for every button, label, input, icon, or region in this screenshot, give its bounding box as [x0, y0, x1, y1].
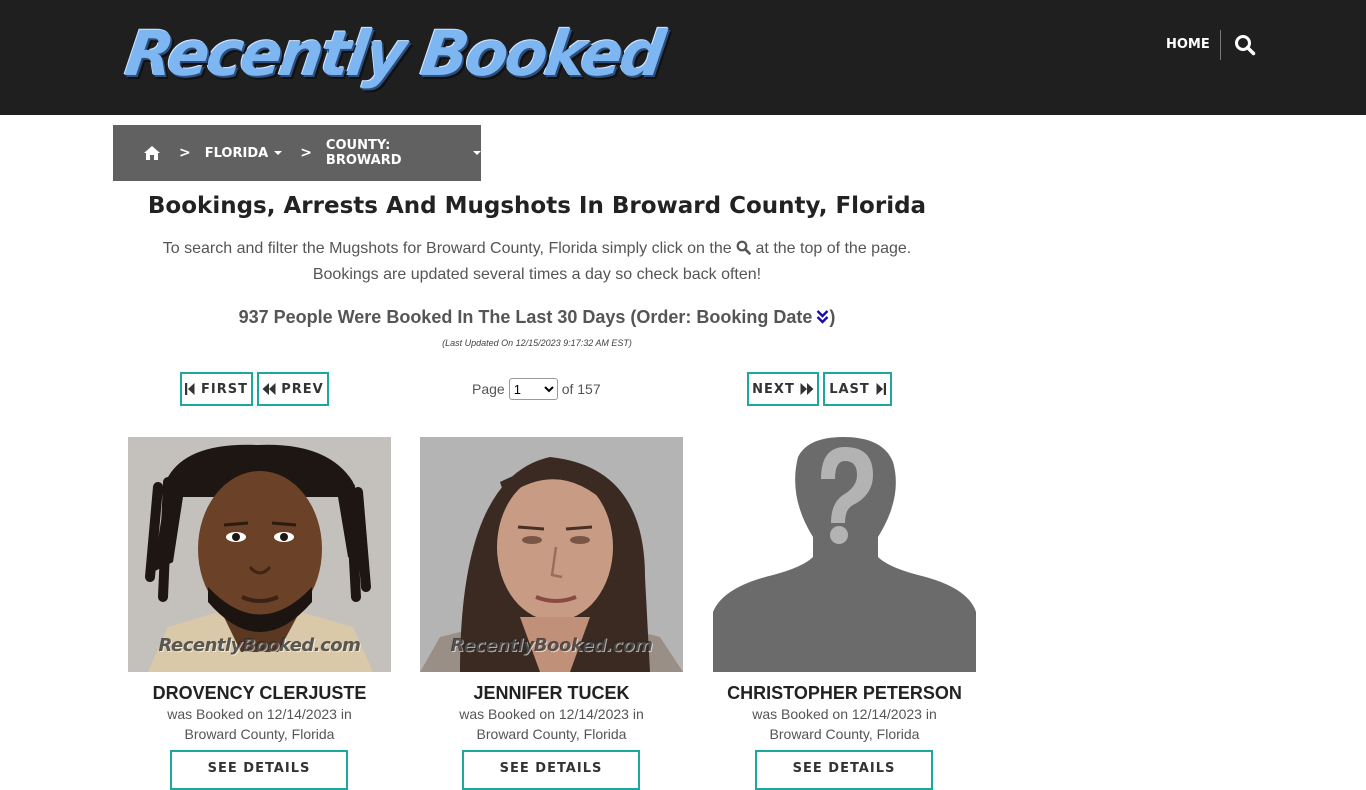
breadcrumb-state-label: FLORIDA: [204, 145, 269, 161]
chevron-right-icon: >: [300, 145, 312, 161]
card-name[interactable]: JENNIFER TUCEK: [420, 682, 683, 704]
last-page-button[interactable]: LAST: [823, 372, 892, 406]
page-title: Bookings, Arrests And Mugshots In Browar…: [147, 193, 927, 219]
card-location: Broward County, Florida: [476, 726, 627, 742]
page-select[interactable]: 1: [508, 378, 558, 400]
intro-line1-start: To search and filter the Mugshots for Br…: [162, 240, 732, 257]
intro-line2: Bookings are updated several times a day…: [312, 266, 762, 283]
breadcrumb-county-label: COUNTY: BROWARD: [325, 138, 402, 168]
intro-line1-end: at the top of the page.: [755, 240, 912, 257]
card-name[interactable]: DROVENCY CLERJUSTE: [128, 682, 391, 704]
breadcrumb: > FLORIDA > COUNTY: BROWARD: [113, 125, 481, 181]
see-details-button[interactable]: SEE DETAILS: [462, 750, 640, 790]
page-label: Page: [472, 381, 505, 397]
next-page-button[interactable]: NEXT: [747, 372, 819, 406]
booking-count-text: 937 People Were Booked In The Last 30 Da…: [238, 307, 813, 327]
card-location: Broward County, Florida: [184, 726, 335, 742]
home-icon[interactable]: [143, 145, 161, 161]
booking-card: CHRISTOPHER PETERSON was Booked on 12/14…: [713, 437, 976, 790]
see-details-button[interactable]: SEE DETAILS: [170, 750, 348, 790]
breadcrumb-county-dropdown[interactable]: COUNTY: BROWARD: [326, 138, 481, 168]
see-details-button[interactable]: SEE DETAILS: [755, 750, 933, 790]
search-icon: [736, 238, 751, 255]
nav-divider: [1220, 30, 1221, 60]
first-page-label: FIRST: [201, 381, 248, 397]
prev-page-button[interactable]: PREV: [257, 372, 329, 406]
card-booked-date: was Booked on 12/14/2023 in: [752, 706, 937, 722]
photo-watermark: RecentlyBooked.com: [450, 635, 653, 656]
backward-icon: [262, 383, 276, 395]
chevron-right-icon: >: [179, 145, 191, 161]
card-name[interactable]: CHRISTOPHER PETERSON: [713, 682, 976, 704]
site-header: Recently Booked HOME: [0, 0, 1366, 115]
prev-page-label: PREV: [281, 381, 324, 397]
intro-text: To search and filter the Mugshots for Br…: [113, 236, 961, 288]
last-page-label: LAST: [829, 381, 870, 397]
mugshot-photo[interactable]: RecentlyBooked.com: [420, 437, 683, 672]
site-logo[interactable]: Recently Booked: [121, 17, 667, 90]
page-total: of 157: [561, 381, 601, 397]
booking-count-close: ): [829, 307, 836, 327]
step-forward-icon: [876, 383, 886, 395]
placeholder-silhouette-icon[interactable]: [713, 437, 976, 672]
nav-home-link[interactable]: HOME: [1166, 36, 1210, 54]
forward-icon: [800, 383, 814, 395]
search-icon[interactable]: [1234, 34, 1256, 56]
caret-down-icon: [473, 151, 481, 155]
next-page-label: NEXT: [752, 381, 795, 397]
last-updated: (Last Updated On 12/15/2023 9:17:32 AM E…: [442, 338, 632, 348]
breadcrumb-state-dropdown[interactable]: FLORIDA: [204, 145, 283, 161]
booking-card: RecentlyBooked.com JENNIFER TUCEK was Bo…: [420, 437, 683, 790]
mugshot-photo[interactable]: RecentlyBooked.com: [128, 437, 391, 672]
photo-watermark: RecentlyBooked.com: [158, 635, 361, 656]
card-location: Broward County, Florida: [769, 726, 920, 742]
card-booked-date: was Booked on 12/14/2023 in: [167, 706, 352, 722]
booking-count: 937 People Were Booked In The Last 30 Da…: [113, 304, 961, 330]
page-selector: Page 1 of 157: [472, 377, 601, 401]
first-page-button[interactable]: FIRST: [180, 372, 253, 406]
step-backward-icon: [185, 383, 195, 395]
booking-card: RecentlyBooked.com DROVENCY CLERJUSTE wa…: [128, 437, 391, 790]
caret-down-icon: [274, 151, 283, 155]
double-chevron-down-icon[interactable]: [816, 306, 829, 324]
card-booked-date: was Booked on 12/14/2023 in: [459, 706, 644, 722]
